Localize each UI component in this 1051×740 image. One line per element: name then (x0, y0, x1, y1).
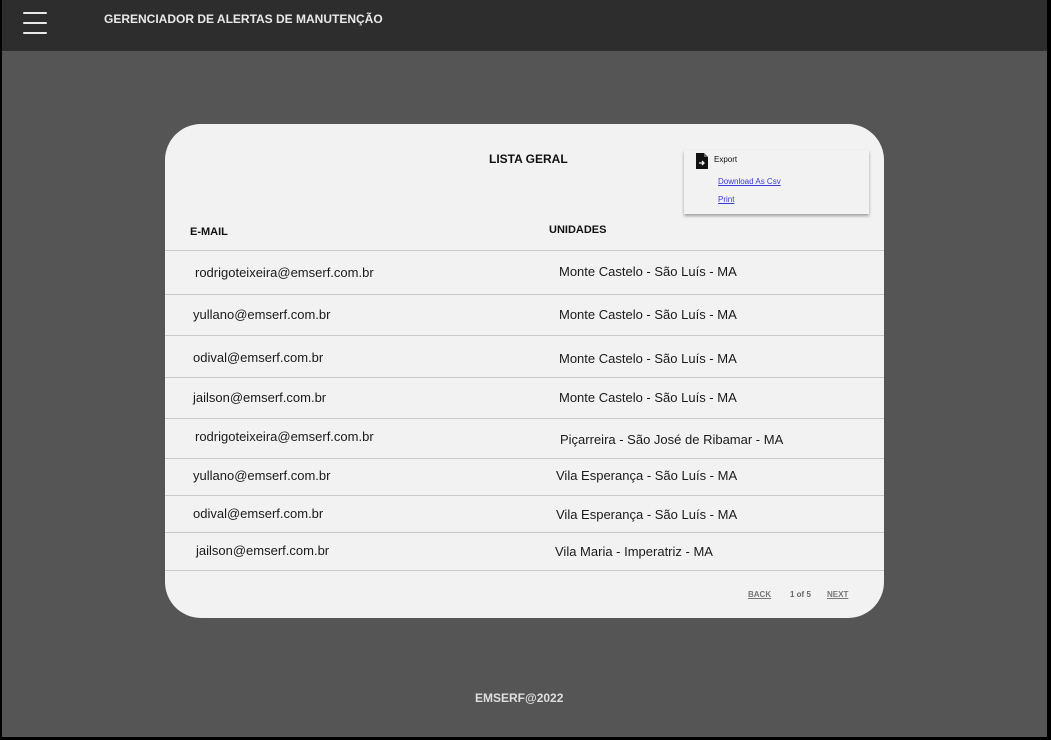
list-card: LISTA GERAL Export Download As Csv Print… (165, 124, 884, 618)
table-row[interactable]: yullano@emserf.com.br Vila Esperança - S… (165, 458, 884, 496)
unit-cell: Monte Castelo - São Luís - MA (559, 351, 737, 366)
app-title: GERENCIADOR DE ALERTAS DE MANUTENÇÃO (104, 12, 383, 26)
back-button[interactable]: BACK (748, 590, 771, 599)
export-label: Export (714, 155, 738, 164)
email-cell: odival@emserf.com.br (193, 506, 324, 521)
table-row[interactable]: jailson@emserf.com.br Monte Castelo - Sã… (165, 377, 884, 419)
email-cell: rodrigoteixeira@emserf.com.br (195, 265, 374, 280)
download-csv-link[interactable]: Download As Csv (718, 177, 781, 186)
unit-cell: Vila Maria - Imperatriz - MA (555, 544, 713, 559)
table-row[interactable]: rodrigoteixeira@emserf.com.br Monte Cast… (165, 250, 884, 295)
page-indicator: 1 of 5 (790, 590, 811, 599)
footer-text: EMSERF@2022 (475, 691, 564, 705)
email-cell: jailson@emserf.com.br (193, 390, 327, 405)
unit-cell: Vila Esperança - São Luís - MA (556, 507, 738, 522)
table-row[interactable]: odival@emserf.com.br Monte Castelo - São… (165, 335, 884, 378)
email-cell: yullano@emserf.com.br (193, 307, 331, 322)
card-title: LISTA GERAL (489, 152, 568, 166)
email-cell: odival@emserf.com.br (193, 350, 324, 365)
unit-cell: Vila Esperança - São Luís - MA (556, 468, 738, 483)
unit-cell: Piçarreira - São José de Ribamar - MA (560, 432, 784, 447)
unit-cell: Monte Castelo - São Luís - MA (559, 390, 737, 405)
table-row[interactable]: odival@emserf.com.br Vila Esperança - Sã… (165, 495, 884, 533)
column-header-email: E-MAIL (190, 226, 228, 238)
print-link[interactable]: Print (718, 195, 734, 204)
unit-cell: Monte Castelo - São Luís - MA (559, 264, 737, 279)
table-row[interactable]: jailson@emserf.com.br Vila Maria - Imper… (165, 532, 884, 571)
column-header-units: UNIDADES (549, 224, 607, 236)
export-panel: Export Download As Csv Print (684, 150, 869, 214)
table-row[interactable]: yullano@emserf.com.br Monte Castelo - Sã… (165, 294, 884, 336)
table-row[interactable]: rodrigoteixeira@emserf.com.br Piçarreira… (165, 418, 884, 459)
document-export-icon (696, 153, 708, 169)
unit-cell: Monte Castelo - São Luís - MA (559, 307, 737, 322)
email-cell: jailson@emserf.com.br (196, 543, 330, 558)
email-cell: yullano@emserf.com.br (193, 468, 331, 483)
app-window: GERENCIADOR DE ALERTAS DE MANUTENÇÃO LIS… (2, 0, 1047, 737)
next-button[interactable]: NEXT (827, 590, 848, 599)
top-bar: GERENCIADOR DE ALERTAS DE MANUTENÇÃO (2, 0, 1047, 51)
hamburger-menu-icon[interactable] (23, 12, 47, 36)
email-cell: rodrigoteixeira@emserf.com.br (195, 429, 374, 444)
